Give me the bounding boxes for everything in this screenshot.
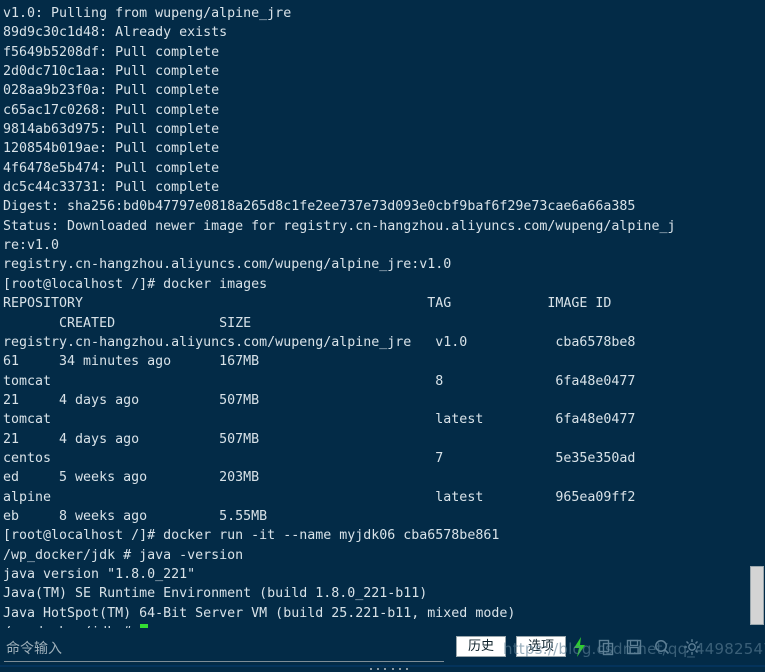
save-icon[interactable] bbox=[624, 636, 644, 658]
terminal-line-command: /wp_docker/jdk # java -version bbox=[3, 547, 244, 563]
bottom-toolbar: 历史 选项 bbox=[0, 628, 765, 672]
table-header: REPOSITORY TAG IMAGE ID bbox=[3, 296, 612, 312]
terminal-line: Java HotSpot(TM) 64-Bit Server VM (build… bbox=[3, 605, 516, 621]
terminal-line: dc5c44c33731: Pull complete bbox=[3, 180, 220, 196]
scrollbar-thumb[interactable] bbox=[750, 566, 764, 625]
terminal-line: Java(TM) SE Runtime Environment (build 1… bbox=[3, 586, 428, 602]
terminal-line-command: [root@localhost /]# docker images bbox=[3, 276, 268, 292]
terminal-line: c65ac17c0268: Pull complete bbox=[3, 102, 220, 118]
table-row: ed 5 weeks ago 203MB bbox=[3, 470, 260, 486]
grip-dot bbox=[398, 668, 401, 670]
terminal-scrollbar[interactable] bbox=[748, 0, 765, 628]
terminal-line-status: Status: Downloaded newer image for regis… bbox=[3, 218, 676, 234]
terminal-line: 2d0dc710c1aa: Pull complete bbox=[3, 64, 220, 80]
copy-icon[interactable] bbox=[596, 636, 616, 658]
grip-dot bbox=[384, 668, 387, 670]
search-icon[interactable] bbox=[652, 636, 672, 658]
terminal-line: 4f6478e5b474: Pull complete bbox=[3, 160, 220, 176]
terminal-output[interactable]: v1.0: Pulling from wupeng/alpine_jre 89d… bbox=[0, 0, 765, 628]
table-row: registry.cn-hangzhou.aliyuncs.com/wupeng… bbox=[3, 334, 636, 350]
grip-dot bbox=[377, 668, 380, 670]
grip-dot bbox=[405, 668, 408, 670]
table-row: eb 8 weeks ago 5.55MB bbox=[3, 508, 268, 524]
table-row: tomcat latest 6fa48e0477 bbox=[3, 412, 636, 428]
terminal-line: registry.cn-hangzhou.aliyuncs.com/wupeng… bbox=[3, 257, 452, 273]
table-row: alpine latest 965ea09ff2 bbox=[3, 489, 636, 505]
table-header: CREATED SIZE bbox=[3, 315, 252, 331]
terminal-line: 89d9c30c1d48: Already exists bbox=[3, 25, 228, 41]
terminal-line-command: [root@localhost /]# docker run -it --nam… bbox=[3, 528, 500, 544]
terminal-line: java version "1.8.0_221" bbox=[3, 566, 196, 582]
table-row: centos 7 5e35e350ad bbox=[3, 450, 636, 466]
table-row: 61 34 minutes ago 167MB bbox=[3, 354, 260, 370]
table-row: tomcat 8 6fa48e0477 bbox=[3, 373, 636, 389]
options-button[interactable]: 选项 bbox=[516, 636, 566, 657]
terminal-line: 028aa9b23f0a: Pull complete bbox=[3, 83, 220, 99]
terminal-line: 9814ab63d975: Pull complete bbox=[3, 122, 220, 138]
grip-dot bbox=[391, 668, 394, 670]
history-button[interactable]: 历史 bbox=[456, 636, 506, 657]
terminal-app-window: v1.0: Pulling from wupeng/alpine_jre 89d… bbox=[0, 0, 765, 672]
terminal-line-digest: Digest: sha256:bd0b47797e0818a265d8c1fe2… bbox=[3, 199, 636, 215]
table-row: 21 4 days ago 507MB bbox=[3, 431, 260, 447]
table-row: 21 4 days ago 507MB bbox=[3, 392, 260, 408]
terminal-line: re:v1.0 bbox=[3, 238, 60, 254]
gear-icon[interactable] bbox=[682, 636, 702, 658]
terminal-line: v1.0: Pulling from wupeng/alpine_jre bbox=[3, 6, 292, 21]
command-input[interactable] bbox=[4, 638, 444, 662]
terminal-line: 120854b019ae: Pull complete bbox=[3, 141, 220, 157]
resize-grip[interactable] bbox=[370, 667, 408, 671]
grip-dot bbox=[370, 668, 372, 670]
terminal-line: f5649b5208df: Pull complete bbox=[3, 44, 220, 60]
bolt-icon[interactable] bbox=[570, 636, 590, 658]
